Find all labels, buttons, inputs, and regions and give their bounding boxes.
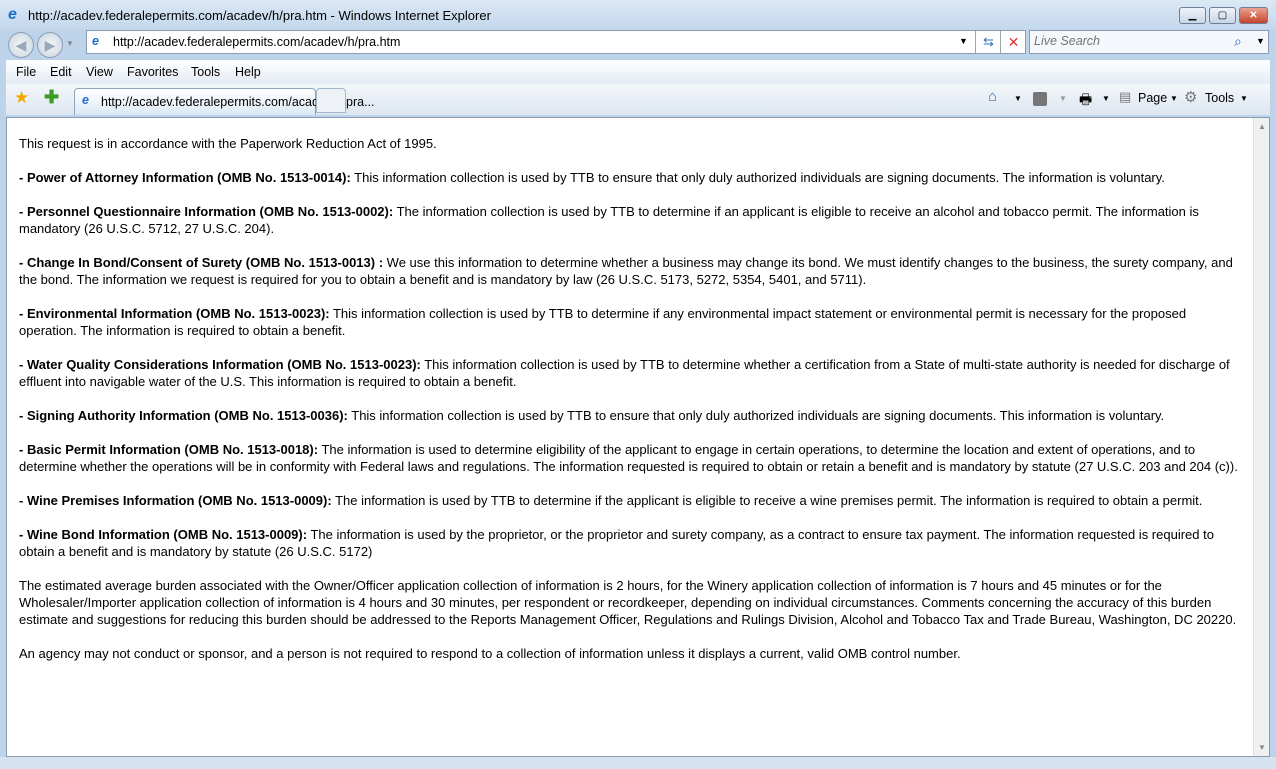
page-icon: e [82,93,89,107]
menu-bar: File Edit View Favorites Tools Help [6,60,1270,84]
gear-icon: ⚙ [1184,89,1198,106]
list-item: - Power of Attorney Information (OMB No.… [19,169,1244,186]
favorites-star-icon[interactable]: ★ [14,88,29,108]
refresh-icon[interactable]: ⇆ [975,31,1001,53]
print-dropdown-icon[interactable]: ▼ [1102,94,1110,103]
address-dropdown-icon[interactable]: ▼ [959,36,968,46]
page-menu-button[interactable]: Page [1138,91,1167,105]
menu-edit[interactable]: Edit [50,65,72,79]
address-bar[interactable]: e http://acadev.federalepermits.com/acad… [86,30,1026,54]
tools-menu-button[interactable]: Tools [1205,91,1234,105]
list-item: - Personnel Questionnaire Information (O… [19,203,1244,237]
list-item: - Change In Bond/Consent of Surety (OMB … [19,254,1244,288]
tab-current-page[interactable]: e http://acadev.federalepermits.com/acad… [74,88,375,115]
pra-notice: This request is in accordance with the P… [19,135,1244,679]
page-icon: ▤ [1119,89,1132,104]
menu-view[interactable]: View [86,65,113,79]
item-label: - Power of Attorney Information (OMB No.… [19,170,351,185]
search-input[interactable] [1034,34,1224,48]
search-icon[interactable]: ⌕ [1234,33,1242,50]
back-button[interactable]: ◀ [8,32,34,58]
tab-bar: ★ ✚ e http://acadev.federalepermits.com/… [6,84,1270,115]
item-text: This information collection is used by T… [347,408,1165,423]
list-item: - Water Quality Considerations Informati… [19,356,1244,390]
new-tab-button[interactable] [316,88,346,113]
forward-button[interactable]: ▶ [37,32,63,58]
add-favorite-icon[interactable]: ✚ [44,87,59,108]
scroll-down-icon[interactable]: ▼ [1258,743,1266,752]
page-content: This request is in accordance with the P… [6,117,1270,757]
item-label: - Wine Bond Information (OMB No. 1513-00… [19,527,308,542]
tools-dropdown-icon[interactable]: ▼ [1240,94,1248,103]
title-bar: e http://acadev.federalepermits.com/acad… [0,0,1276,30]
burden-statement: The estimated average burden associated … [19,578,1237,627]
item-label: - Signing Authority Information (OMB No.… [19,408,348,423]
stop-icon[interactable]: ✕ [1000,31,1026,53]
maximize-button[interactable]: ▢ [1209,7,1236,24]
address-url[interactable]: http://acadev.federalepermits.com/acadev… [113,35,400,49]
list-item: - Wine Bond Information (OMB No. 1513-00… [19,526,1244,560]
close-button[interactable]: ✕ [1239,7,1268,24]
status-bar [0,757,1276,769]
scroll-up-icon[interactable]: ▲ [1258,122,1266,131]
menu-tools[interactable]: Tools [191,65,220,79]
intro-text: This request is in accordance with the P… [19,136,437,151]
menu-file[interactable]: File [16,65,36,79]
feeds-dropdown-icon: ▼ [1059,94,1067,103]
print-icon[interactable]: 🖶 [1079,89,1092,113]
home-icon[interactable]: ⌂ [988,88,997,105]
closing-statement: An agency may not conduct or sponsor, an… [19,646,961,661]
recent-pages-dropdown-icon[interactable]: ▼ [66,39,74,48]
menu-favorites[interactable]: Favorites [127,65,178,79]
search-box[interactable]: ⌕ ▼ [1029,30,1269,54]
item-text: The information is used by TTB to determ… [331,493,1203,508]
page-dropdown-icon[interactable]: ▼ [1170,94,1178,103]
vertical-scrollbar[interactable]: ▲ ▼ [1253,118,1269,756]
item-label: - Environmental Information (OMB No. 151… [19,306,330,321]
item-label: - Water Quality Considerations Informati… [19,357,421,372]
item-text: This information collection is used by T… [350,170,1165,185]
item-label: - Wine Premises Information (OMB No. 151… [19,493,332,508]
home-dropdown-icon[interactable]: ▼ [1014,94,1022,103]
list-item: - Environmental Information (OMB No. 151… [19,305,1244,339]
minimize-button[interactable]: ▁ [1179,7,1206,24]
list-item: - Wine Premises Information (OMB No. 151… [19,492,1244,509]
list-item: - Basic Permit Information (OMB No. 1513… [19,441,1244,475]
menu-help[interactable]: Help [235,65,261,79]
item-label: - Change In Bond/Consent of Surety (OMB … [19,255,384,270]
list-item: - Signing Authority Information (OMB No.… [19,407,1244,424]
page-icon: e [92,34,99,48]
ie-logo-icon: e [8,6,17,23]
item-label: - Personnel Questionnaire Information (O… [19,204,394,219]
search-options-dropdown-icon[interactable]: ▼ [1256,36,1265,46]
feeds-icon[interactable] [1033,92,1047,106]
window-title: http://acadev.federalepermits.com/acadev… [28,8,491,23]
item-label: - Basic Permit Information (OMB No. 1513… [19,442,319,457]
